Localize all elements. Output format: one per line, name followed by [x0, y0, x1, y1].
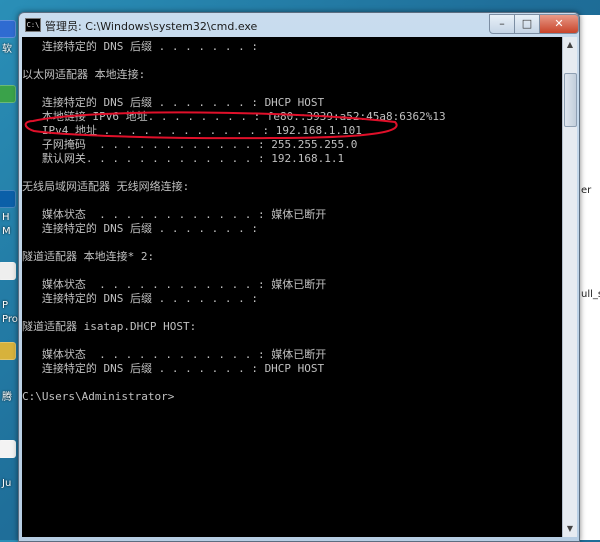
- desktop-label: 腾: [2, 392, 12, 403]
- minimize-icon: –: [499, 17, 505, 30]
- console-line: 隧道适配器 isatap.DHCP HOST:: [22, 320, 197, 333]
- desktop-label: 软: [2, 44, 12, 55]
- console-line: 连接特定的 DNS 后缀 . . . . . . . : DHCP HOST: [22, 362, 325, 375]
- desktop-label: Ju: [2, 478, 12, 489]
- maximize-button[interactable]: □: [514, 14, 540, 34]
- window-title: 管理员: C:\Windows\system32\cmd.exe: [45, 20, 258, 33]
- console-line: 以太网适配器 本地连接:: [22, 68, 146, 81]
- vertical-scrollbar[interactable]: ▲ ▼: [562, 37, 577, 537]
- background-window-text: er: [581, 185, 592, 196]
- minimize-button[interactable]: –: [489, 14, 515, 34]
- close-button[interactable]: ✕: [539, 14, 579, 34]
- console-line: 连接特定的 DNS 后缀 . . . . . . . : DHCP HOST: [22, 96, 325, 109]
- desktop-label: Pro: [2, 314, 18, 325]
- scroll-down-icon[interactable]: ▼: [564, 523, 576, 535]
- scroll-up-icon[interactable]: ▲: [564, 39, 576, 51]
- desktop-app-icon[interactable]: [0, 190, 16, 208]
- console-output[interactable]: 连接特定的 DNS 后缀 . . . . . . . : 以太网适配器 本地连接…: [22, 37, 562, 537]
- console-line: 无线局域网适配器 无线网络连接:: [22, 180, 190, 193]
- console-line: 媒体状态 . . . . . . . . . . . . : 媒体已断开: [22, 208, 327, 221]
- console-line: 媒体状态 . . . . . . . . . . . . : 媒体已断开: [22, 348, 327, 361]
- desktop-app-icon[interactable]: [0, 20, 16, 38]
- title-bar[interactable]: C:\ 管理员: C:\Windows\system32\cmd.exe – □…: [19, 13, 579, 37]
- console-line: 子网掩码 . . . . . . . . . . . . : 255.255.2…: [22, 138, 358, 151]
- maximize-icon: □: [521, 17, 533, 30]
- close-icon: ✕: [554, 17, 564, 30]
- desktop-app-icon[interactable]: [0, 440, 16, 458]
- console-line: IPv4 地址 . . . . . . . . . . . . : 192.16…: [22, 124, 362, 137]
- desktop-label: P: [2, 300, 9, 311]
- console-line: 本地链接 IPv6 地址. . . . . . . . : fe80::3939…: [22, 110, 446, 123]
- cmd-window[interactable]: C:\ 管理员: C:\Windows\system32\cmd.exe – □…: [18, 12, 580, 542]
- desktop-app-icon[interactable]: [0, 85, 16, 103]
- background-window-text: ull_s: [581, 289, 600, 300]
- console-line: 连接特定的 DNS 后缀 . . . . . . . :: [22, 40, 258, 53]
- cmd-icon[interactable]: C:\: [25, 18, 41, 32]
- console-line: 默认网关. . . . . . . . . . . . . : 192.168.…: [22, 152, 345, 165]
- console-line: 隧道适配器 本地连接* 2:: [22, 250, 155, 263]
- console-line: 媒体状态 . . . . . . . . . . . . : 媒体已断开: [22, 278, 327, 291]
- desktop-label: H: [2, 212, 10, 223]
- desktop-app-icon[interactable]: [0, 262, 16, 280]
- scroll-thumb[interactable]: [564, 73, 577, 127]
- desktop-label: M: [2, 226, 11, 237]
- console-line: 连接特定的 DNS 后缀 . . . . . . . :: [22, 292, 258, 305]
- desktop-left-edge: 软 H M P Pro 腾 Ju: [0, 0, 18, 540]
- console-line: C:\Users\Administrator>: [22, 390, 175, 403]
- desktop-app-icon[interactable]: [0, 342, 16, 360]
- console-line: 连接特定的 DNS 后缀 . . . . . . . :: [22, 222, 258, 235]
